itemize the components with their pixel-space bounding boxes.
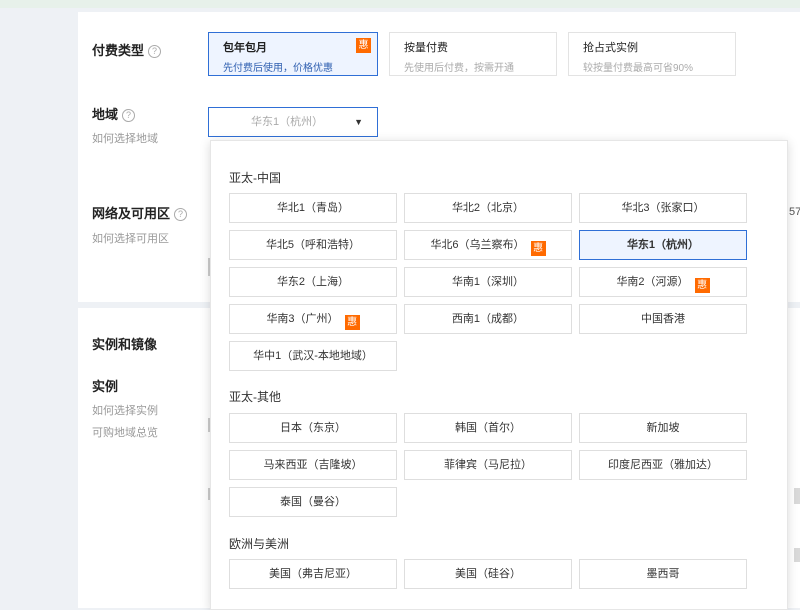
region-option-hongkong[interactable]: 中国香港	[579, 304, 747, 334]
region-select-value: 华东1（杭州）	[251, 116, 324, 128]
region-option-label: 韩国（首尔）	[455, 422, 521, 434]
region-overview-link[interactable]: 可购地域总览	[92, 424, 158, 440]
region-option-label: 华东1（杭州）	[626, 239, 700, 251]
region-dropdown: 亚太-中国 华北1（青岛） 华北2（北京） 华北3（张家口） 华北5（呼和浩特）…	[210, 140, 788, 610]
region-option-label: 日本（东京）	[280, 422, 346, 434]
region-option-label: 墨西哥	[646, 568, 680, 580]
help-icon[interactable]: ?	[148, 45, 162, 58]
region-select[interactable]: 华东1（杭州） ▼	[208, 107, 378, 137]
network-label-text: 网络及可用区	[92, 206, 171, 221]
region-option-silicon-valley[interactable]: 美国（硅谷）	[404, 559, 572, 589]
billing-option-desc: 先付费后使用，价格优惠	[223, 63, 333, 74]
region-help-link[interactable]: 如何选择地域	[92, 130, 158, 146]
region-option-chengdu[interactable]: 西南1（成都）	[404, 304, 572, 334]
region-option-label: 华北1（青岛）	[276, 202, 350, 214]
region-option-label: 新加坡	[646, 422, 680, 434]
instance-help-link[interactable]: 如何选择实例	[92, 402, 158, 418]
region-option-label: 华南1（深圳）	[451, 276, 525, 288]
instance-label: 实例	[92, 379, 119, 394]
region-option-virginia[interactable]: 美国（弗吉尼亚）	[229, 559, 397, 589]
network-label: 网络及可用区?	[92, 203, 188, 222]
region-option-label: 华南3（广州）	[266, 313, 339, 325]
region-option-shenzhen[interactable]: 华南1（深圳）	[404, 267, 572, 297]
region-option-wuhan[interactable]: 华中1（武汉-本地地域）	[229, 341, 397, 371]
region-option-label: 华东2（上海）	[276, 276, 350, 288]
region-option-label: 华北5（呼和浩特）	[265, 239, 361, 251]
chevron-down-icon: ▼	[354, 117, 363, 127]
region-group-title: 亚太-中国	[229, 171, 281, 185]
region-option-label: 华北6（乌兰察布）	[430, 239, 525, 251]
billing-option-pay-as-you-go[interactable]: 按量付费 先使用后付费，按需开通	[389, 32, 557, 76]
region-option-label: 菲律宾（马尼拉）	[444, 459, 532, 471]
network-right-fragment: 57	[789, 206, 800, 218]
region-option-manila[interactable]: 菲律宾（马尼拉）	[404, 450, 572, 480]
region-option-label: 美国（硅谷）	[455, 568, 521, 580]
discount-badge: 惠	[344, 315, 360, 330]
region-option-guangzhou[interactable]: 华南3（广州） 惠	[229, 304, 397, 334]
help-icon[interactable]: ?	[174, 208, 188, 221]
billing-label: 付费类型?	[92, 40, 162, 59]
region-option-zhangjiakou[interactable]: 华北3（张家口）	[579, 193, 747, 223]
region-group-title: 欧洲与美洲	[229, 537, 290, 551]
discount-badge: 惠	[530, 241, 546, 256]
occluded-scroll-edge	[794, 548, 800, 562]
region-option-shanghai[interactable]: 华东2（上海）	[229, 267, 397, 297]
discount-badge: 惠	[356, 38, 371, 53]
region-option-tokyo[interactable]: 日本（东京）	[229, 413, 397, 443]
region-option-singapore[interactable]: 新加坡	[579, 413, 747, 443]
discount-badge: 惠	[694, 278, 710, 293]
region-label: 地域?	[92, 104, 136, 123]
region-option-hangzhou[interactable]: 华东1（杭州）	[579, 230, 747, 260]
billing-option-title: 按量付费	[404, 42, 448, 54]
region-group-title: 亚太-其他	[229, 390, 281, 404]
billing-option-title: 抢占式实例	[583, 42, 638, 54]
billing-option-title: 包年包月	[223, 42, 267, 54]
billing-option-subscription[interactable]: 包年包月 先付费后使用，价格优惠 惠	[208, 32, 378, 76]
help-icon[interactable]: ?	[122, 109, 136, 122]
region-option-seoul[interactable]: 韩国（首尔）	[404, 413, 572, 443]
region-option-qingdao[interactable]: 华北1（青岛）	[229, 193, 397, 223]
billing-option-preemptible[interactable]: 抢占式实例 较按量付费最高可省90%	[568, 32, 736, 76]
region-option-mexico[interactable]: 墨西哥	[579, 559, 747, 589]
region-option-label: 泰国（曼谷）	[280, 496, 346, 508]
region-option-label: 西南1（成都）	[451, 313, 525, 325]
region-option-bangkok[interactable]: 泰国（曼谷）	[229, 487, 397, 517]
region-option-label: 美国（弗吉尼亚）	[269, 568, 357, 580]
region-option-jakarta[interactable]: 印度尼西亚（雅加达）	[579, 450, 747, 480]
zone-help-link[interactable]: 如何选择可用区	[92, 230, 169, 246]
region-option-heyuan[interactable]: 华南2（河源） 惠	[579, 267, 747, 297]
billing-label-text: 付费类型	[92, 43, 145, 58]
occluded-scroll-edge	[794, 488, 800, 504]
region-option-label: 华北2（北京）	[451, 202, 525, 214]
region-option-label: 印度尼西亚（雅加达）	[608, 459, 718, 471]
instance-image-section-title: 实例和镜像	[92, 337, 158, 352]
billing-option-desc: 先使用后付费，按需开通	[404, 63, 514, 74]
region-option-label: 华北3（张家口）	[621, 202, 705, 214]
region-option-label: 马来西亚（吉隆坡）	[263, 459, 363, 471]
top-strip	[0, 0, 800, 8]
region-option-huhehaote[interactable]: 华北5（呼和浩特）	[229, 230, 397, 260]
region-option-kualalumpur[interactable]: 马来西亚（吉隆坡）	[229, 450, 397, 480]
region-option-label: 华中1（武汉-本地地域）	[253, 350, 373, 362]
region-option-label: 中国香港	[641, 313, 685, 325]
region-label-text: 地域	[92, 107, 119, 122]
region-option-wulanchabu[interactable]: 华北6（乌兰察布） 惠	[404, 230, 572, 260]
region-option-beijing[interactable]: 华北2（北京）	[404, 193, 572, 223]
billing-option-desc: 较按量付费最高可省90%	[583, 63, 694, 74]
region-option-label: 华南2（河源）	[616, 276, 689, 288]
